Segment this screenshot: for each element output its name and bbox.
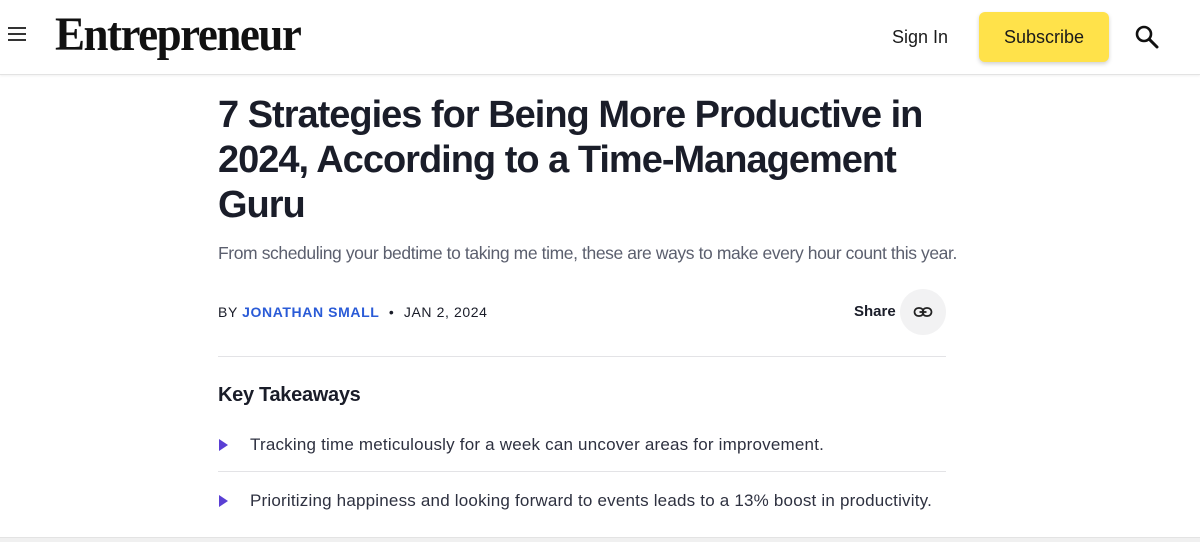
search-icon[interactable] <box>1134 24 1160 50</box>
share-link-button[interactable] <box>900 289 946 335</box>
triangle-right-icon <box>219 495 228 507</box>
byline-separator: • <box>388 304 395 320</box>
subscribe-button[interactable]: Subscribe <box>979 12 1109 62</box>
takeaway-text: Tracking time meticulously for a week ca… <box>250 435 825 454</box>
sign-in-link[interactable]: Sign In <box>886 24 954 50</box>
byline-prefix: BY <box>218 304 238 320</box>
triangle-right-icon <box>219 439 228 451</box>
link-icon <box>913 307 933 317</box>
page-bottom-edge <box>0 537 1200 542</box>
key-takeaways-list: Tracking time meticulously for a week ca… <box>218 420 946 527</box>
divider <box>218 356 946 357</box>
byline: BY JONATHAN SMALL • JAN 2, 2024 <box>218 303 488 321</box>
share-label: Share <box>854 303 896 320</box>
list-item: Prioritizing happiness and looking forwa… <box>218 472 946 527</box>
takeaway-text: Prioritizing happiness and looking forwa… <box>250 491 933 510</box>
site-header: Entrepreneur Sign In Subscribe <box>0 0 1200 75</box>
article-subtitle: From scheduling your bedtime to taking m… <box>218 243 957 263</box>
hamburger-menu-icon[interactable] <box>8 27 26 45</box>
author-link[interactable]: JONATHAN SMALL <box>242 304 379 320</box>
key-takeaways-title: Key Takeaways <box>218 384 361 406</box>
site-logo[interactable]: Entrepreneur <box>55 5 302 64</box>
list-item: Tracking time meticulously for a week ca… <box>218 420 946 472</box>
article-title: 7 Strategies for Being More Productive i… <box>218 94 923 226</box>
publish-date: JAN 2, 2024 <box>403 304 488 320</box>
